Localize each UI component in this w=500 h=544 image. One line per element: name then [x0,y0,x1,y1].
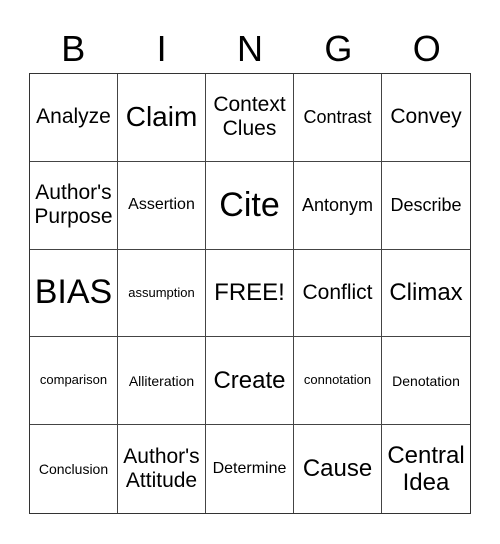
bingo-grid: Analyze Claim Context Clues Contrast Con… [29,73,471,514]
bingo-cell: Central Idea [387,441,465,497]
bingo-cell: Cite [206,161,294,250]
bingo-cell: Cause [294,425,382,513]
bingo-cell: BIAS [30,249,118,338]
header-letter-b: B [61,28,86,69]
header-letter-g: G [324,28,353,69]
bingo-cell: Assertion [118,161,206,250]
bingo-cell: Conflict [294,249,382,338]
bingo-cell: Context Clues [206,74,294,162]
header-letter-n: N [236,28,263,69]
bingo-cell: Claim [118,74,206,162]
bingo-cell: Denotation [382,337,470,426]
bingo-cell: Describe [382,162,470,250]
bingo-cell: Convey [382,74,470,162]
bingo-cell: Determine [206,425,294,513]
bingo-cell: Create [206,337,294,426]
bingo-cell: assumption [118,249,206,338]
bingo-cell: connotation [294,337,382,426]
bingo-cell: comparison [30,337,118,426]
bingo-cell: Analyze [30,74,118,162]
bingo-cell: Climax [382,250,470,338]
header-letter-i: I [156,28,167,69]
bingo-cell: Author's Purpose [30,161,118,250]
free-space: FREE! [206,249,294,338]
bingo-cell: Conclusion [30,425,118,513]
bingo-cell: Antonym [294,161,382,250]
bingo-cell: Alliteration [118,337,206,426]
bingo-header: B I N G O [29,26,471,72]
bingo-cell: Author's Attitude [118,425,206,513]
header-letter-o: O [412,28,441,69]
bingo-cell: Contrast [294,74,382,162]
